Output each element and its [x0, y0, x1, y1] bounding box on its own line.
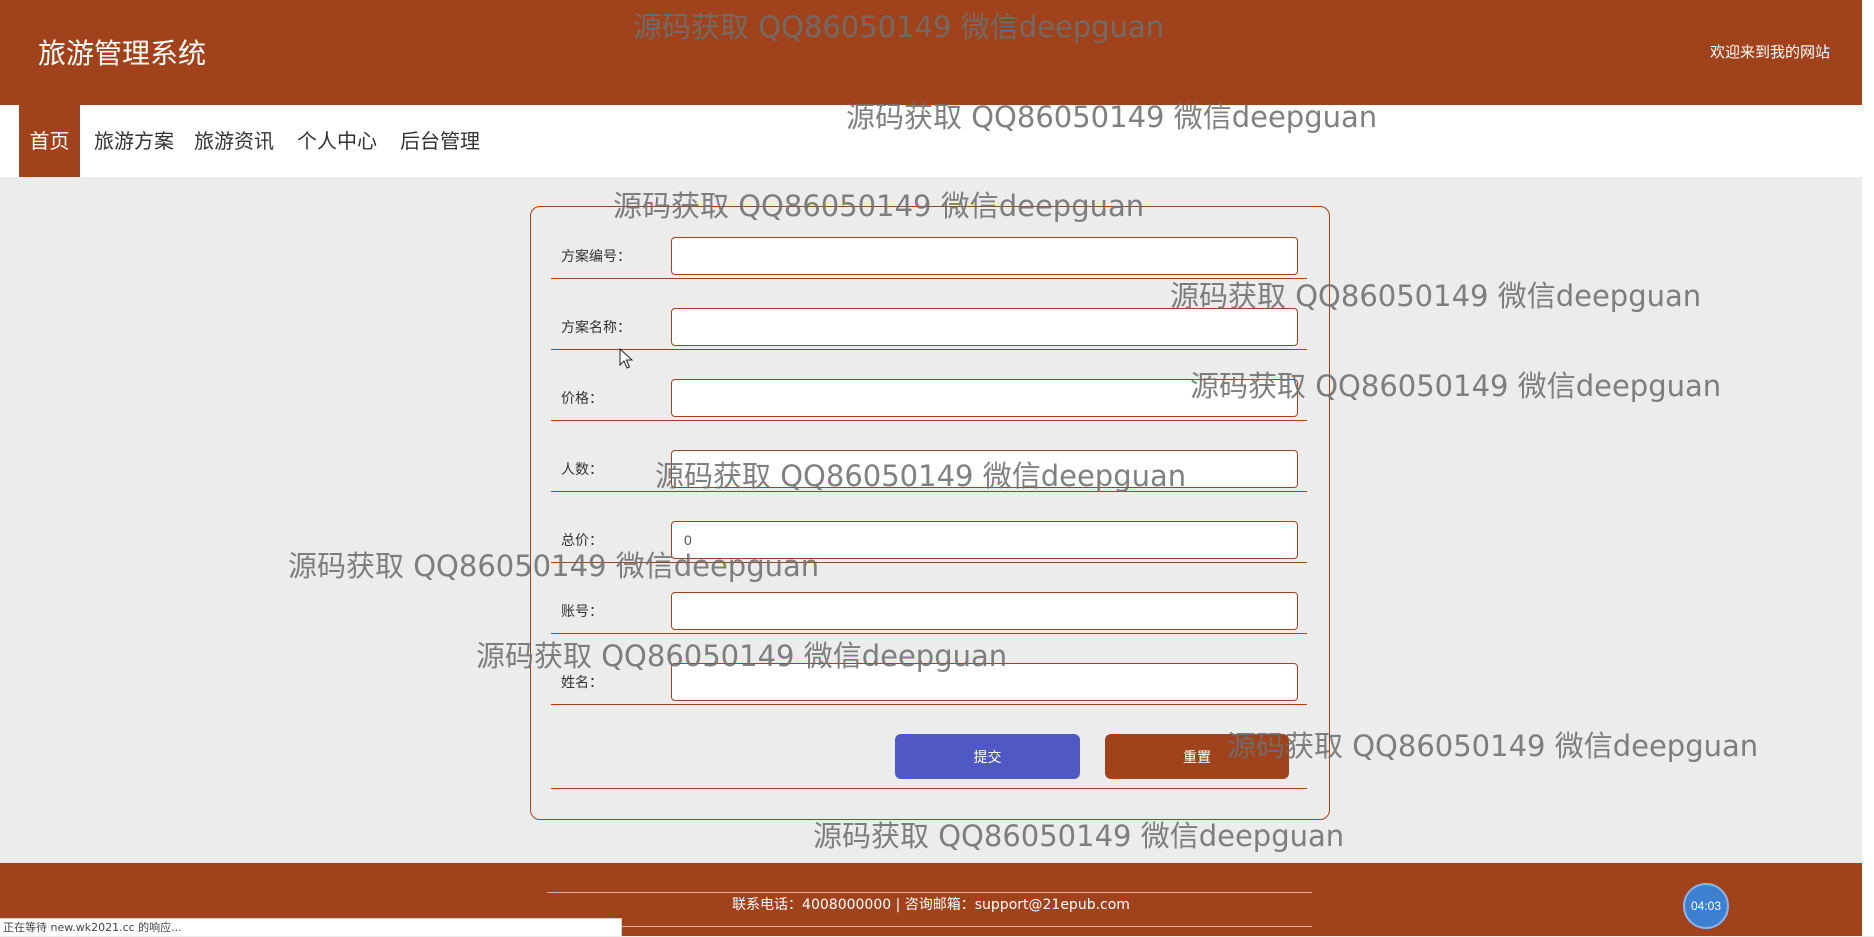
form-row-total: 总价： — [551, 491, 1307, 563]
footer-contact: 联系电话：4008000000 | 咨询邮箱：support@21epub.co… — [732, 897, 1130, 913]
account-input[interactable] — [671, 592, 1298, 630]
reset-button[interactable]: 重置 — [1105, 734, 1289, 779]
footer-bottom-line — [547, 926, 1312, 927]
top-header: 旅游管理系统 欢迎来到我的网站 — [0, 0, 1862, 105]
total-price-input[interactable] — [671, 521, 1298, 559]
browser-status-bar: 正在等待 new.wk2021.cc 的响应... — [0, 918, 622, 936]
main-nav: 首页 旅游方案 旅游资讯 个人中心 后台管理 — [0, 105, 1862, 177]
form-bottom-divider — [551, 788, 1307, 789]
plan-id-input[interactable] — [671, 237, 1298, 275]
mouse-cursor-icon — [619, 348, 633, 369]
site-title: 旅游管理系统 — [38, 37, 207, 70]
form-row-people: 人数： — [551, 420, 1307, 492]
page: 旅游管理系统 欢迎来到我的网站 首页 旅游方案 旅游资讯 个人中心 后台管理 方… — [0, 0, 1862, 936]
submit-button[interactable]: 提交 — [895, 734, 1080, 779]
window-right-gutter — [1862, 0, 1874, 936]
nav-item-travel-plans[interactable]: 旅游方案 — [94, 105, 174, 177]
nav-item-home[interactable]: 首页 — [19, 105, 80, 177]
plan-name-input[interactable] — [671, 308, 1298, 346]
form-row-account: 账号： — [551, 562, 1307, 634]
name-input[interactable] — [671, 663, 1298, 701]
name-label: 姓名： — [561, 675, 603, 691]
people-count-input[interactable] — [671, 450, 1298, 488]
welcome-text: 欢迎来到我的网站 — [1709, 43, 1830, 61]
form-row-price: 价格： — [551, 349, 1307, 421]
booking-form: 方案编号： 方案名称： 价格： 人数： 总价： 账号： 姓名： 提交 — [530, 206, 1330, 820]
form-row-plan-name: 方案名称： — [551, 278, 1307, 350]
footer-top-line — [547, 892, 1312, 893]
price-input[interactable] — [671, 379, 1298, 417]
nav-item-travel-news[interactable]: 旅游资讯 — [194, 105, 274, 177]
clock-badge[interactable]: 04:03 — [1683, 883, 1729, 929]
nav-item-personal-center[interactable]: 个人中心 — [297, 105, 377, 177]
form-row-name: 姓名： — [551, 633, 1307, 705]
nav-item-admin[interactable]: 后台管理 — [400, 105, 480, 177]
form-row-plan-id: 方案编号： — [551, 207, 1307, 279]
